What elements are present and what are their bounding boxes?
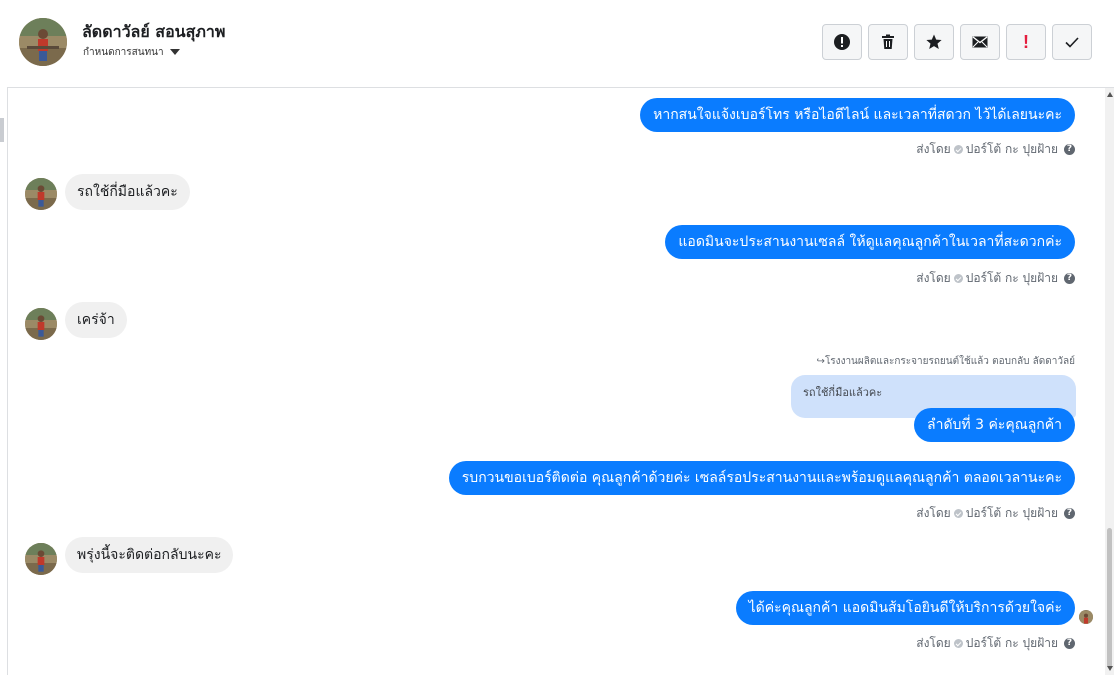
message-outgoing[interactable]: ลำดับที่ 3 ค่ะคุณลูกค้า [914,408,1075,442]
help-icon[interactable]: ? [1064,638,1075,649]
message-incoming[interactable]: เคร่จ้า [65,302,127,338]
report-spam-button[interactable] [822,24,862,60]
message-incoming[interactable]: พรุ่งนี้จะติดต่อกลับนะคะ [65,537,234,573]
message-outgoing[interactable]: ได้ค่ะคุณลูกค้า แอดมินส้มโอยินดีให้บริกา… [735,591,1075,625]
sent-by-line: ส่งโดย ปอร์โต้ กะ ปุยฝ้าย? [916,269,1075,288]
scroll-down-icon[interactable] [1107,666,1113,671]
verified-icon [953,509,963,518]
scroll-up-icon[interactable] [1107,92,1113,97]
sent-by-sender: ปอร์โต้ กะ ปุยฝ้าย [965,636,1058,650]
reply-context: ↪โรงงานผลิตและกระจายรถยนต์ใช้แล้ว ตอบกลั… [817,354,1075,369]
help-icon[interactable]: ? [1064,144,1075,155]
reply-context-text: โรงงานผลิตและกระจายรถยนต์ใช้แล้ว ตอบกลับ… [824,356,1075,367]
contact-avatar-small[interactable] [25,543,57,575]
sent-by-sender: ปอร์โต้ กะ ปุยฝ้าย [965,271,1058,285]
envelope-icon [972,36,988,48]
contact-avatar-small[interactable] [25,178,57,210]
contact-avatar[interactable] [19,18,67,66]
seen-avatar [1079,610,1093,624]
sent-by-line: ส่งโดย ปอร์โต้ กะ ปุยฝ้าย? [916,140,1075,159]
exclamation-icon: ! [1023,31,1029,52]
contact-name: ลัดดาวัลย์ สอนสุภาพ [82,22,226,41]
message-outgoing[interactable]: หากสนใจแจ้งเบอร์โทร หรือไอดีไลน์ และเวลา… [640,98,1075,132]
warning-icon [834,34,850,50]
message-incoming[interactable]: รถใช้กี่มือแล้วคะ [65,174,190,210]
contact-avatar-small[interactable] [25,308,57,340]
message-outgoing[interactable]: แอดมินจะประสานงานเซลล์ ให้ดูแลคุณลูกค้าใ… [665,225,1075,259]
sent-by-line: ส่งโดย ปอร์โต้ กะ ปุยฝ้าย? [916,504,1075,523]
sent-by-line: ส่งโดย ปอร์โต้ กะ ปุยฝ้าย? [916,634,1075,653]
follow-up-button[interactable]: ! [1006,24,1046,60]
sent-by-prefix: ส่งโดย [916,271,951,285]
help-icon[interactable]: ? [1064,508,1075,519]
verified-icon [953,145,963,154]
sent-by-sender: ปอร์โต้ กะ ปุยฝ้าย [965,506,1058,520]
action-toolbar: ! [822,24,1092,60]
star-button[interactable] [914,24,954,60]
mark-unread-button[interactable] [960,24,1000,60]
conversation-settings-dropdown[interactable]: กำหนดการสนทนา [83,45,180,60]
sent-by-sender: ปอร์โต้ กะ ปุยฝ้าย [965,142,1058,156]
delete-button[interactable] [868,24,908,60]
sent-by-prefix: ส่งโดย [916,142,951,156]
trash-icon [882,34,894,49]
done-button[interactable] [1052,24,1092,60]
verified-icon [953,274,963,283]
sent-by-prefix: ส่งโดย [916,636,951,650]
message-outgoing[interactable]: รบกวนขอเบอร์ติดต่อ คุณลูกค้าด้วยค่ะ เซลล… [448,461,1075,495]
reply-arrow-icon: ↪ [816,356,825,367]
check-icon [1065,37,1079,48]
verified-icon [953,639,963,648]
message-thread: หากสนใจแจ้งเบอร์โทร หรือไอดีไลน์ และเวลา… [7,88,1105,675]
sent-by-prefix: ส่งโดย [916,506,951,520]
help-icon[interactable]: ? [1064,273,1075,284]
caret-down-icon [169,49,180,55]
scroll-marker [0,118,4,142]
chat-scrollbar[interactable] [1105,88,1114,675]
conversation-header: ลัดดาวัลย์ สอนสุภาพ กำหนดการสนทนา ! [7,0,1114,88]
conversation-settings-label: กำหนดการสนทนา [83,47,164,58]
scrollbar-thumb[interactable] [1107,528,1112,668]
star-icon [926,34,942,49]
